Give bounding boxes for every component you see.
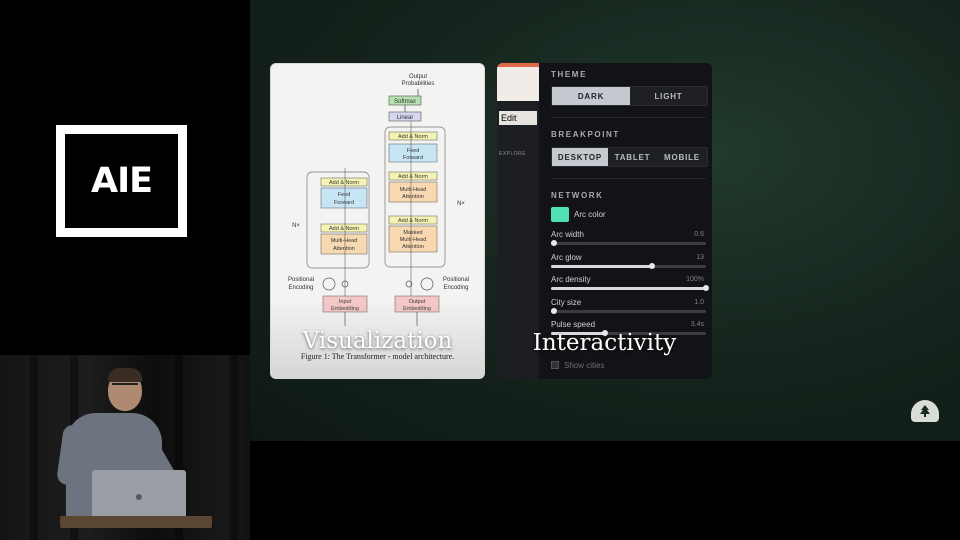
- svg-text:Attention: Attention: [402, 244, 424, 250]
- slider-value: 100%: [686, 276, 704, 283]
- svg-text:Attention: Attention: [333, 246, 355, 252]
- linear-label: Linear: [397, 115, 414, 121]
- slider-value: 1.0: [694, 298, 704, 306]
- svg-text:Add & Norm: Add & Norm: [398, 218, 428, 224]
- svg-text:Feed: Feed: [407, 148, 420, 154]
- visualization-caption: Visualization: [302, 328, 453, 354]
- slider-label: Arc width: [551, 230, 584, 239]
- svg-text:Add & Norm: Add & Norm: [398, 134, 428, 140]
- aie-logo: AIE: [56, 125, 187, 237]
- slider-fill: [551, 264, 652, 268]
- svg-text:Encoding: Encoding: [288, 285, 313, 291]
- softmax-label: Softmax: [394, 99, 416, 105]
- svg-text:Forward: Forward: [403, 155, 423, 161]
- breakpoint-desktop-option[interactable]: DESKTOP: [552, 148, 608, 166]
- breakpoint-mobile-option[interactable]: MOBILE: [657, 148, 707, 166]
- slider-track[interactable]: [551, 240, 706, 246]
- explore-link[interactable]: EXPLORE: [499, 151, 526, 157]
- slider-label: Arc glow: [551, 252, 582, 262]
- theme-light-option[interactable]: LIGHT: [630, 87, 707, 105]
- theme-dark-option[interactable]: DARK: [552, 87, 630, 105]
- svg-text:Probabilities: Probabilities: [402, 81, 435, 87]
- slider-value: 13: [696, 253, 704, 261]
- show-cities-checkbox[interactable]: [551, 361, 559, 369]
- show-cities-label: Show cities: [564, 361, 605, 370]
- left-panel: AIE: [0, 0, 250, 355]
- slider-label: Pulse speed: [551, 320, 596, 329]
- slider-label: Arc density: [551, 275, 591, 284]
- svg-text:Positional: Positional: [443, 277, 469, 283]
- slider-thumb[interactable]: [551, 307, 558, 314]
- svg-text:Multi-Head: Multi-Head: [400, 237, 427, 243]
- tree-logo-icon: [911, 400, 939, 422]
- arc-color-swatch[interactable]: [551, 207, 569, 222]
- slider-label: City size: [551, 297, 582, 307]
- edit-button[interactable]: Edit: [499, 111, 537, 125]
- breakpoint-toggle: DESKTOP TABLET MOBILE: [551, 147, 708, 167]
- laptop: ●: [92, 470, 186, 522]
- svg-text:Add & Norm: Add & Norm: [329, 180, 359, 186]
- slider-fill: [551, 287, 706, 290]
- breakpoint-title: BREAKPOINT: [551, 130, 620, 139]
- svg-text:Multi-Head: Multi-Head: [400, 187, 427, 193]
- svg-text:Forward: Forward: [334, 200, 354, 206]
- apple-logo-icon: ●: [134, 488, 144, 504]
- breakpoint-tablet-option[interactable]: TABLET: [608, 148, 657, 166]
- figure-caption: Figure 1: The Transformer - model archit…: [300, 352, 455, 361]
- svg-text:N×: N×: [292, 223, 300, 229]
- svg-text:Add & Norm: Add & Norm: [329, 226, 359, 232]
- slider-thumb[interactable]: [648, 262, 655, 269]
- svg-text:Positional: Positional: [288, 277, 314, 283]
- logo-text: AIE: [90, 161, 153, 201]
- theme-title: THEME: [551, 70, 587, 79]
- svg-text:Multi-Head: Multi-Head: [331, 238, 358, 244]
- podium: [60, 516, 212, 528]
- slider-track[interactable]: [551, 307, 706, 314]
- svg-text:Encoding: Encoding: [443, 285, 468, 291]
- slider-track[interactable]: [551, 285, 709, 291]
- interactivity-caption: Interactivity: [532, 330, 677, 356]
- svg-text:Add & Norm: Add & Norm: [398, 174, 428, 180]
- network-title: NETWORK: [551, 191, 604, 200]
- arc-color-label: Arc color: [574, 210, 606, 219]
- decoder-nx-label: N×: [457, 201, 465, 207]
- slider-thumb[interactable]: [551, 240, 558, 246]
- theme-toggle: DARK LIGHT: [551, 86, 708, 106]
- svg-text:Feed: Feed: [338, 192, 351, 198]
- svg-text:Attention: Attention: [402, 194, 424, 200]
- svg-text:Masked: Masked: [403, 230, 422, 236]
- slider-thumb[interactable]: [703, 285, 709, 291]
- slider-value: 3.4s: [690, 321, 704, 328]
- slider-track[interactable]: [551, 262, 706, 269]
- slider-value: 0.6: [694, 231, 704, 238]
- output-probabilities-label: Output: [409, 74, 427, 80]
